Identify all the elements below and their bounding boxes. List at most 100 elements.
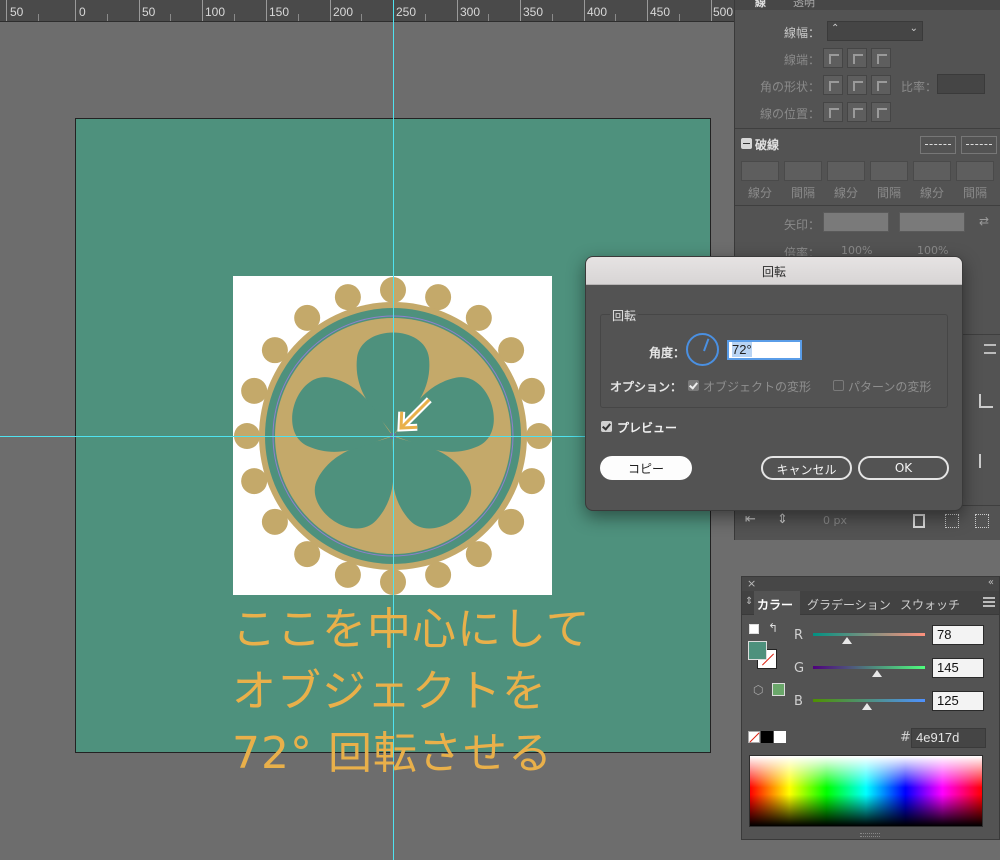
align-to-selection-icon[interactable] bbox=[945, 514, 959, 528]
arrowhead-end-select[interactable] bbox=[899, 212, 965, 232]
emblem-bump bbox=[518, 468, 545, 495]
web-safe-color-swatch[interactable] bbox=[772, 683, 785, 696]
panel-menu-icon[interactable] bbox=[984, 344, 996, 354]
align-center-button[interactable] bbox=[823, 102, 843, 122]
align-label: 線の位置： bbox=[759, 107, 820, 121]
close-icon[interactable]: × bbox=[747, 577, 756, 590]
dash-align-corners-icon[interactable] bbox=[920, 136, 956, 154]
angle-value: 72° bbox=[732, 342, 752, 357]
panel-expand-icon[interactable]: ⇕ bbox=[745, 596, 753, 607]
distribute-spacing-v-icon[interactable]: ⇕ bbox=[777, 512, 788, 527]
panel-menu-icon[interactable] bbox=[983, 597, 995, 607]
caption-line-2: オブジェクトを bbox=[232, 666, 547, 717]
black-swatch[interactable] bbox=[761, 731, 773, 743]
dashed-line-label: 破線 bbox=[755, 138, 780, 152]
gap-field-3[interactable] bbox=[956, 161, 994, 181]
r-value-field[interactable]: 78 bbox=[932, 625, 984, 645]
dash-label: 線分 bbox=[919, 186, 944, 200]
hex-value-field[interactable]: 4e917d bbox=[911, 728, 986, 748]
cap-butt-button[interactable] bbox=[823, 48, 843, 68]
dash-exact-icon[interactable] bbox=[961, 136, 997, 154]
swap-arrows-icon[interactable]: ⇄ bbox=[979, 214, 989, 228]
corner-round-button[interactable] bbox=[847, 75, 867, 95]
r-slider[interactable] bbox=[813, 633, 925, 636]
r-slider-thumb[interactable] bbox=[842, 637, 852, 644]
fill-swatch[interactable] bbox=[748, 641, 767, 660]
b-slider-thumb[interactable] bbox=[862, 703, 872, 710]
corner-miter-button[interactable] bbox=[823, 75, 843, 95]
ruler-label: 300 bbox=[460, 5, 481, 19]
tab-color[interactable]: カラー bbox=[754, 591, 800, 615]
ruler-label: 0 bbox=[79, 5, 86, 19]
dialog-title[interactable]: 回転 bbox=[586, 257, 962, 285]
transform-patterns-checkbox[interactable] bbox=[833, 380, 844, 391]
r-label: R bbox=[794, 628, 804, 643]
gap-field-1[interactable] bbox=[784, 161, 822, 181]
color-spectrum[interactable] bbox=[749, 755, 983, 827]
emblem-bump bbox=[334, 284, 361, 311]
tab-stroke[interactable]: 線 bbox=[755, 0, 766, 10]
color-panel: × « ⇕ カラー グラデーション スウォッチ ↰ ⬡ R 78 G 145 B… bbox=[741, 576, 1000, 840]
none-swatch[interactable] bbox=[748, 731, 760, 743]
tab-gradient-label: グラデーション bbox=[807, 598, 891, 612]
align-inside-button[interactable] bbox=[847, 102, 867, 122]
cap-square-button[interactable] bbox=[871, 48, 891, 68]
transform-objects-checkbox[interactable] bbox=[688, 380, 699, 391]
resize-grip[interactable] bbox=[860, 833, 880, 837]
tab-color-label: カラー bbox=[757, 598, 794, 612]
ok-button[interactable]: OK bbox=[858, 456, 949, 480]
arrowhead-start-select[interactable] bbox=[823, 212, 889, 232]
spacing-value[interactable]: 0 px bbox=[823, 514, 847, 527]
b-value-field[interactable]: 125 bbox=[932, 691, 984, 711]
b-slider[interactable] bbox=[813, 699, 925, 702]
gap-field-2[interactable] bbox=[870, 161, 908, 181]
tab-transparency[interactable]: 透明 bbox=[793, 0, 815, 10]
distribute-icon[interactable] bbox=[979, 454, 993, 468]
corner-label: 角の形状： bbox=[759, 80, 820, 94]
white-swatch[interactable] bbox=[774, 731, 786, 743]
dash-field-3[interactable] bbox=[913, 161, 951, 181]
distribute-spacing-h-icon[interactable]: ⇤ bbox=[745, 512, 756, 527]
horizontal-ruler[interactable]: 50 0 50 100 150 200 250 300 350 400 450 … bbox=[0, 0, 736, 22]
angle-input[interactable]: 72° bbox=[727, 340, 802, 360]
align-to-key-object-icon[interactable] bbox=[975, 514, 989, 528]
limit-field[interactable] bbox=[937, 74, 985, 94]
cancel-button[interactable]: キャンセル bbox=[761, 456, 852, 480]
preview-label: プレビュー bbox=[617, 421, 678, 435]
b-label: B bbox=[794, 694, 803, 709]
emblem-bump bbox=[334, 561, 361, 588]
limit-label: 比率： bbox=[901, 80, 938, 94]
cap-round-button[interactable] bbox=[847, 48, 867, 68]
angle-label: 角度： bbox=[649, 346, 686, 360]
ruler-label: 250 bbox=[396, 5, 417, 19]
horizontal-guide[interactable] bbox=[0, 436, 590, 437]
tab-swatches-label: スウォッチ bbox=[900, 598, 961, 612]
rotate-dialog: 回転 回転 角度： 72° オプション： オブジェクトの変形 パターンの変形 プ… bbox=[585, 256, 963, 511]
angle-dial[interactable] bbox=[686, 333, 719, 366]
preview-checkbox[interactable] bbox=[601, 421, 612, 432]
out-of-gamut-icon[interactable]: ⬡ bbox=[753, 683, 763, 697]
align-to-artboard-icon[interactable] bbox=[913, 514, 925, 528]
dash-field-1[interactable] bbox=[741, 161, 779, 181]
ruler-label: 100 bbox=[205, 5, 226, 19]
g-value-field[interactable]: 145 bbox=[932, 658, 984, 678]
transform-patterns-label: パターンの変形 bbox=[848, 380, 932, 394]
dash-field-2[interactable] bbox=[827, 161, 865, 181]
gap-label: 間隔 bbox=[962, 186, 987, 200]
tab-swatches[interactable]: スウォッチ bbox=[900, 591, 960, 615]
g-slider[interactable] bbox=[813, 666, 925, 669]
tab-gradient[interactable]: グラデーション bbox=[807, 591, 891, 615]
dash-label: 線分 bbox=[747, 186, 772, 200]
transform-objects-label: オブジェクトの変形 bbox=[703, 380, 812, 394]
collapse-icon[interactable]: « bbox=[988, 577, 994, 588]
swap-colors-icon[interactable]: ↰ bbox=[768, 621, 778, 635]
stroke-weight-field[interactable]: ⌃ ⌄ bbox=[827, 21, 923, 41]
dashed-line-checkbox[interactable] bbox=[741, 138, 752, 149]
corner-bevel-button[interactable] bbox=[871, 75, 891, 95]
copy-button[interactable]: コピー bbox=[600, 456, 692, 480]
align-outside-button[interactable] bbox=[871, 102, 891, 122]
arrowhead-label: 矢印： bbox=[783, 218, 820, 232]
align-bottom-icon[interactable] bbox=[979, 394, 993, 408]
g-slider-thumb[interactable] bbox=[872, 670, 882, 677]
default-colors-icon[interactable] bbox=[749, 624, 759, 634]
